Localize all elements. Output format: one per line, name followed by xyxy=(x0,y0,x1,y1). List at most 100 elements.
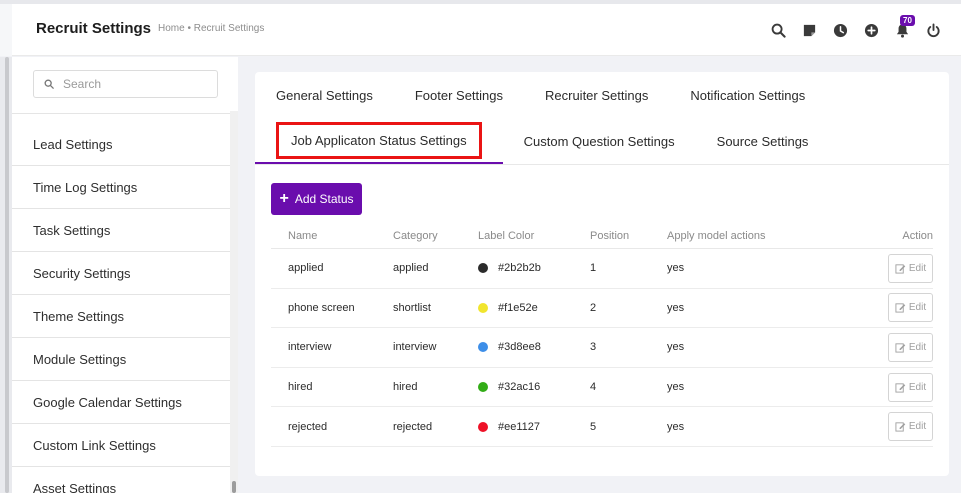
sidebar-search xyxy=(33,70,218,98)
table-header: Name Category Label Color Position Apply… xyxy=(271,223,933,249)
edit-button[interactable]: Edit xyxy=(888,372,933,402)
tab-label-highlighted: Job Applicaton Status Settings xyxy=(276,121,482,159)
edit-icon xyxy=(895,303,906,313)
tab-custom-question-settings[interactable]: Custom Question Settings xyxy=(503,118,696,164)
plus-circle-icon[interactable] xyxy=(856,19,887,41)
cell-apply-model-actions: yes xyxy=(667,341,685,354)
cell-action: Edit xyxy=(817,372,933,402)
sidebar-item-module-settings[interactable]: Module Settings xyxy=(12,338,230,381)
cell-category: interview xyxy=(393,341,437,354)
color-swatch xyxy=(478,263,488,274)
cell-position: 4 xyxy=(590,381,597,394)
table-row: rejected rejected #ee1127 5 yes Edit xyxy=(271,407,933,447)
search-icon xyxy=(44,79,54,89)
divider xyxy=(12,113,238,114)
tab-job-application-status-settings[interactable]: Job Applicaton Status Settings xyxy=(255,118,503,164)
plus-icon: + xyxy=(279,190,289,207)
cell-name: applied xyxy=(288,262,324,275)
cell-label-color: #3d8ee8 xyxy=(478,341,590,353)
sidebar-item-google-calendar-settings[interactable]: Google Calendar Settings xyxy=(12,381,230,424)
search-icon[interactable] xyxy=(763,19,794,41)
cell-label-color: #2b2b2b xyxy=(478,262,590,274)
sticky-note-icon[interactable] xyxy=(794,19,825,41)
col-label-color: Label Color xyxy=(478,229,535,242)
table-row: phone screen shortlist #f1e52e 2 yes Edit xyxy=(271,289,933,329)
edit-button[interactable]: Edit xyxy=(888,293,933,323)
sidebar: Lead Settings Time Log Settings Task Set… xyxy=(0,57,238,493)
edit-label: Edit xyxy=(908,262,927,274)
edit-button[interactable]: Edit xyxy=(888,412,933,442)
col-action: Action xyxy=(902,229,933,242)
notification-badge: 70 xyxy=(900,15,915,26)
cell-position: 2 xyxy=(590,301,597,314)
edit-button[interactable]: Edit xyxy=(888,332,933,362)
power-icon[interactable] xyxy=(918,19,949,41)
edit-label: Edit xyxy=(908,421,927,433)
color-hex: #f1e52e xyxy=(498,301,538,314)
col-apply-model-actions: Apply model actions xyxy=(667,229,766,242)
edit-label: Edit xyxy=(908,341,927,353)
edit-icon xyxy=(895,343,906,353)
sidebar-menu: Lead Settings Time Log Settings Task Set… xyxy=(12,123,230,493)
cell-name: rejected xyxy=(288,420,328,433)
cell-action: Edit xyxy=(817,293,933,323)
cell-label-color: #32ac16 xyxy=(478,381,590,393)
cell-position: 3 xyxy=(590,341,597,354)
tab-source-settings[interactable]: Source Settings xyxy=(696,118,830,164)
color-swatch xyxy=(478,342,488,353)
tab-footer-settings[interactable]: Footer Settings xyxy=(394,72,524,118)
col-position: Position xyxy=(590,229,630,242)
add-status-label: Add Status xyxy=(294,192,354,206)
cell-label-color: #f1e52e xyxy=(478,302,590,314)
tab-recruiter-settings[interactable]: Recruiter Settings xyxy=(524,72,669,118)
col-category: Category xyxy=(393,229,438,242)
cell-label-color: #ee1127 xyxy=(478,421,590,433)
cell-category: hired xyxy=(393,381,418,394)
header: Recruit Settings Home • Recruit Settings… xyxy=(0,4,961,56)
sidebar-item-custom-link-settings[interactable]: Custom Link Settings xyxy=(12,424,230,467)
color-swatch xyxy=(478,421,488,432)
table-row: applied applied #2b2b2b 1 yes Edit xyxy=(271,249,933,289)
cell-action: Edit xyxy=(817,253,933,283)
bell-icon[interactable]: 70 xyxy=(887,15,918,41)
cell-position: 1 xyxy=(590,262,597,275)
scrollbar-thumb[interactable] xyxy=(232,481,236,493)
breadcrumb[interactable]: Home • Recruit Settings xyxy=(158,23,264,34)
cell-apply-model-actions: yes xyxy=(667,301,685,314)
sidebar-item-time-log-settings[interactable]: Time Log Settings xyxy=(12,166,230,209)
color-hex: #ee1127 xyxy=(498,420,541,433)
cell-category: applied xyxy=(393,262,429,275)
tab-general-settings[interactable]: General Settings xyxy=(255,72,394,118)
status-table: Name Category Label Color Position Apply… xyxy=(271,223,933,447)
tab-notification-settings[interactable]: Notification Settings xyxy=(669,72,826,118)
table-row: hired hired #32ac16 4 yes Edit xyxy=(271,368,933,408)
tabs-divider xyxy=(255,164,949,165)
add-status-button[interactable]: + Add Status xyxy=(271,183,362,215)
sidebar-item-asset-settings[interactable]: Asset Settings xyxy=(12,467,230,493)
cell-action: Edit xyxy=(817,412,933,442)
color-swatch xyxy=(478,382,488,393)
cell-category: shortlist xyxy=(393,301,431,314)
edit-label: Edit xyxy=(908,381,927,393)
sidebar-scrollbar[interactable] xyxy=(230,111,238,493)
sidebar-item-security-settings[interactable]: Security Settings xyxy=(12,252,230,295)
cell-name: hired xyxy=(288,381,313,394)
cell-action: Edit xyxy=(817,332,933,362)
settings-card: General Settings Footer Settings Recruit… xyxy=(255,72,949,476)
edit-icon xyxy=(895,422,906,432)
color-hex: #2b2b2b xyxy=(498,262,541,275)
edit-icon xyxy=(895,264,906,274)
sidebar-item-theme-settings[interactable]: Theme Settings xyxy=(12,295,230,338)
clock-icon[interactable] xyxy=(825,19,856,41)
sidebar-item-task-settings[interactable]: Task Settings xyxy=(12,209,230,252)
cell-apply-model-actions: yes xyxy=(667,381,685,394)
color-hex: #32ac16 xyxy=(498,381,541,394)
edit-button[interactable]: Edit xyxy=(888,253,933,283)
col-name: Name xyxy=(288,229,318,242)
cell-category: rejected xyxy=(393,420,433,433)
sidebar-rail xyxy=(0,57,12,493)
sidebar-item-lead-settings[interactable]: Lead Settings xyxy=(12,123,230,166)
tabs-row-2: Job Applicaton Status Settings Custom Qu… xyxy=(255,118,949,164)
rail-thumb[interactable] xyxy=(5,57,9,493)
search-input[interactable] xyxy=(63,77,203,91)
